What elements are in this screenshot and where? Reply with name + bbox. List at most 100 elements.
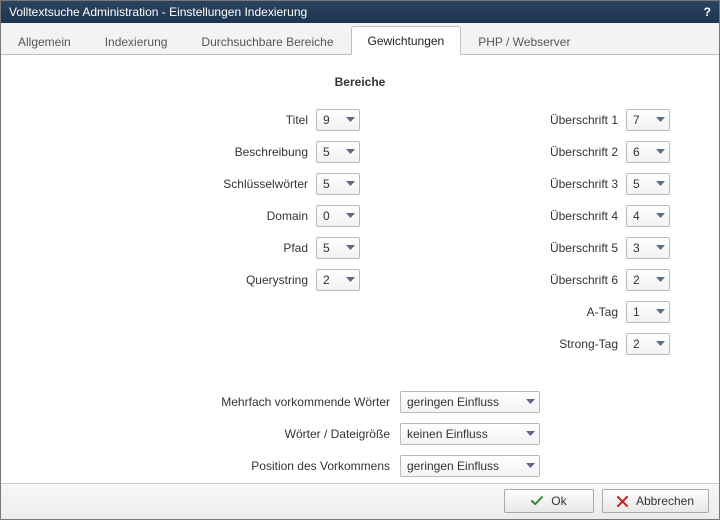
chevron-down-icon	[656, 341, 665, 347]
select-value: geringen Einfluss	[407, 459, 499, 473]
select-value: 4	[633, 209, 640, 223]
field-label: Position des Vorkommens	[50, 459, 390, 473]
field-row: Überschrift 4 4	[360, 203, 670, 229]
titlebar: Volltextsuche Administration - Einstellu…	[1, 1, 719, 23]
button-label: Abbrechen	[636, 494, 694, 508]
select-value: 5	[323, 241, 330, 255]
field-label: Überschrift 3	[550, 177, 618, 191]
field-label: Überschrift 1	[550, 113, 618, 127]
chevron-down-icon	[656, 213, 665, 219]
chevron-down-icon	[656, 245, 665, 251]
section-title: Bereiche	[13, 75, 707, 89]
select-ueberschrift-3[interactable]: 5	[626, 173, 670, 195]
select-position-vorkommens[interactable]: geringen Einfluss	[400, 455, 540, 477]
tab-label: Gewichtungen	[368, 34, 445, 48]
field-row: Überschrift 5 3	[360, 235, 670, 261]
select-a-tag[interactable]: 1	[626, 301, 670, 323]
chevron-down-icon	[656, 181, 665, 187]
field-row: Position des Vorkommens geringen Einflus…	[50, 453, 670, 479]
select-titel[interactable]: 9	[316, 109, 360, 131]
select-value: 2	[633, 273, 640, 287]
select-ueberschrift-1[interactable]: 7	[626, 109, 670, 131]
field-label: Titel	[286, 113, 308, 127]
select-ueberschrift-4[interactable]: 4	[626, 205, 670, 227]
ok-button[interactable]: Ok	[504, 489, 594, 513]
field-label: Überschrift 4	[550, 209, 618, 223]
field-label: Beschreibung	[235, 145, 308, 159]
select-ueberschrift-5[interactable]: 3	[626, 237, 670, 259]
tab-label: Indexierung	[105, 35, 168, 49]
select-value: 5	[323, 177, 330, 191]
content-area: Bereiche Titel 9 Beschreibung 5	[1, 55, 719, 483]
tab-php-webserver[interactable]: PHP / Webserver	[461, 27, 587, 55]
tab-allgemein[interactable]: Allgemein	[1, 27, 88, 55]
select-schluesselwoerter[interactable]: 5	[316, 173, 360, 195]
field-label: Überschrift 6	[550, 273, 618, 287]
tab-label: Allgemein	[18, 35, 71, 49]
select-ueberschrift-6[interactable]: 2	[626, 269, 670, 291]
field-row: Überschrift 1 7	[360, 107, 670, 133]
tab-durchsuchbare-bereiche[interactable]: Durchsuchbare Bereiche	[184, 27, 350, 55]
tab-gewichtungen[interactable]: Gewichtungen	[351, 26, 462, 55]
chevron-down-icon	[656, 277, 665, 283]
field-label: Strong-Tag	[559, 337, 618, 351]
chevron-down-icon	[346, 117, 355, 123]
field-row: Überschrift 2 6	[360, 139, 670, 165]
field-row: Strong-Tag 2	[360, 331, 670, 357]
chevron-down-icon	[526, 463, 535, 469]
button-label: Ok	[551, 494, 566, 508]
window: Volltextsuche Administration - Einstellu…	[0, 0, 720, 520]
chevron-down-icon	[346, 277, 355, 283]
chevron-down-icon	[346, 245, 355, 251]
select-value: 0	[323, 209, 330, 223]
cancel-button[interactable]: Abbrechen	[602, 489, 709, 513]
field-row: Domain 0	[50, 203, 360, 229]
select-value: 2	[323, 273, 330, 287]
fields-right-column: Überschrift 1 7 Überschrift 2 6 Überschr…	[360, 107, 670, 357]
select-beschreibung[interactable]: 5	[316, 141, 360, 163]
chevron-down-icon	[346, 149, 355, 155]
field-label: A-Tag	[587, 305, 618, 319]
tab-label: PHP / Webserver	[478, 35, 570, 49]
select-value: 5	[633, 177, 640, 191]
chevron-down-icon	[656, 117, 665, 123]
field-label: Pfad	[283, 241, 308, 255]
check-icon	[531, 495, 543, 507]
lower-fields: Mehrfach vorkommende Wörter geringen Ein…	[50, 389, 670, 483]
tab-bar: Allgemein Indexierung Durchsuchbare Bere…	[1, 23, 719, 55]
fields-left-column: Titel 9 Beschreibung 5 Schlüsselwörter	[50, 107, 360, 357]
footer-bar: Ok Abbrechen	[1, 483, 719, 519]
select-strong-tag[interactable]: 2	[626, 333, 670, 355]
field-row: Überschrift 3 5	[360, 171, 670, 197]
chevron-down-icon	[656, 309, 665, 315]
field-row: Pfad 5	[50, 235, 360, 261]
field-label: Wörter / Dateigröße	[50, 427, 390, 441]
chevron-down-icon	[526, 431, 535, 437]
select-value: 3	[633, 241, 640, 255]
fields-grid: Titel 9 Beschreibung 5 Schlüsselwörter	[50, 107, 670, 357]
chevron-down-icon	[656, 149, 665, 155]
select-value: 9	[323, 113, 330, 127]
select-mehrfach-woerter[interactable]: geringen Einfluss	[400, 391, 540, 413]
tab-label: Durchsuchbare Bereiche	[201, 35, 333, 49]
select-value: 7	[633, 113, 640, 127]
field-label: Überschrift 5	[550, 241, 618, 255]
window-title: Volltextsuche Administration - Einstellu…	[9, 5, 307, 19]
select-domain[interactable]: 0	[316, 205, 360, 227]
field-row: Mehrfach vorkommende Wörter geringen Ein…	[50, 389, 670, 415]
chevron-down-icon	[526, 399, 535, 405]
field-label: Domain	[267, 209, 308, 223]
select-pfad[interactable]: 5	[316, 237, 360, 259]
field-label: Querystring	[246, 273, 308, 287]
select-value: 5	[323, 145, 330, 159]
select-woerter-dateigroesse[interactable]: keinen Einfluss	[400, 423, 540, 445]
chevron-down-icon	[346, 181, 355, 187]
select-value: 6	[633, 145, 640, 159]
tab-indexierung[interactable]: Indexierung	[88, 27, 185, 55]
select-querystring[interactable]: 2	[316, 269, 360, 291]
field-row: Titel 9	[50, 107, 360, 133]
field-label: Schlüsselwörter	[223, 177, 308, 191]
field-row: Wörter / Dateigröße keinen Einfluss	[50, 421, 670, 447]
help-icon[interactable]: ?	[704, 5, 711, 19]
select-ueberschrift-2[interactable]: 6	[626, 141, 670, 163]
